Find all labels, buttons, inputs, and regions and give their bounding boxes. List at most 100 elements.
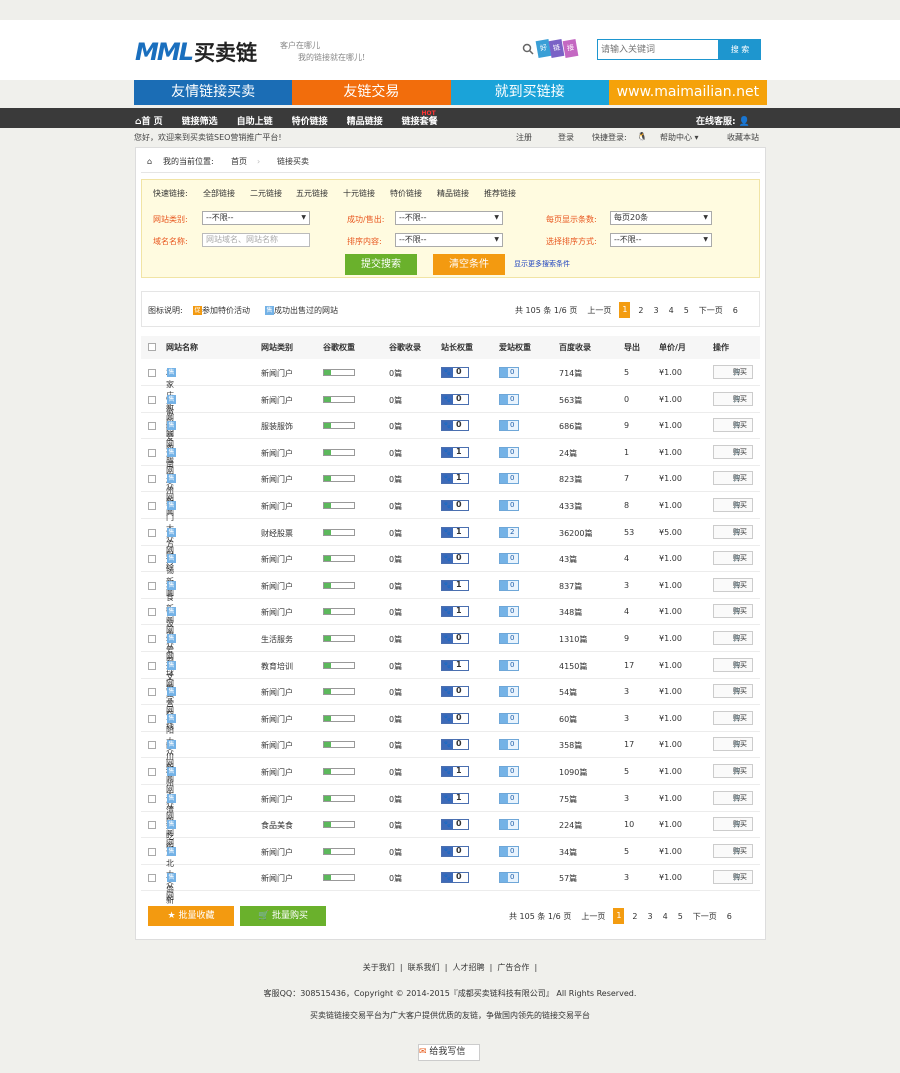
- register-link[interactable]: 注册: [516, 132, 532, 143]
- row-checkbox[interactable]: [148, 874, 156, 883]
- nav-self-service[interactable]: 自助上链: [237, 108, 273, 128]
- prev-page-button[interactable]: 上一页: [581, 911, 605, 922]
- row-checkbox[interactable]: [148, 768, 156, 776]
- row-checkbox[interactable]: [148, 741, 156, 750]
- buy-button[interactable]: 🛒 购买: [713, 498, 753, 512]
- buy-button[interactable]: 🛒 购买: [713, 365, 753, 379]
- next-page-button[interactable]: 下一页: [693, 911, 717, 922]
- select-all-checkbox[interactable]: [148, 343, 156, 351]
- nav-special-links[interactable]: 特价链接: [292, 108, 328, 128]
- page-3[interactable]: 3: [654, 306, 659, 315]
- row-checkbox[interactable]: [148, 395, 156, 404]
- buy-button[interactable]: 🛒 购买: [713, 604, 753, 619]
- footer-link[interactable]: 广告合作: [497, 963, 529, 972]
- page-2[interactable]: 2: [632, 912, 637, 921]
- page-5[interactable]: 5: [678, 912, 683, 921]
- page-2[interactable]: 2: [638, 306, 643, 315]
- row-checkbox[interactable]: [148, 422, 156, 431]
- site-type-cell: 新闻门户: [261, 395, 293, 405]
- site-type-select[interactable]: --不限--: [202, 211, 310, 225]
- quick-link[interactable]: 十元链接: [343, 188, 375, 199]
- row-checkbox[interactable]: [148, 475, 156, 484]
- aizhan-icon: [500, 607, 508, 617]
- banner-block-4[interactable]: www.maimailian.net: [608, 80, 767, 105]
- row-checkbox[interactable]: [148, 581, 156, 590]
- search-input[interactable]: [597, 39, 719, 60]
- last-page[interactable]: 6: [733, 306, 738, 315]
- row-checkbox[interactable]: [148, 448, 156, 457]
- site-logo[interactable]: MML 买卖链: [135, 37, 257, 67]
- buy-button[interactable]: 🛒 购买: [713, 391, 753, 406]
- clear-filters-button[interactable]: 清空条件: [433, 254, 505, 275]
- more-filters-link[interactable]: 显示更多搜索条件: [514, 259, 570, 269]
- sort-content-select[interactable]: --不限--: [395, 233, 503, 247]
- page-4[interactable]: 4: [663, 912, 668, 921]
- next-page-button[interactable]: 下一页: [699, 305, 723, 316]
- nav-premium-links[interactable]: 精品链接: [347, 108, 383, 128]
- buy-button[interactable]: 🛒 购买: [713, 684, 753, 699]
- quick-link[interactable]: 五元链接: [296, 188, 328, 199]
- last-page[interactable]: 6: [727, 912, 732, 921]
- buy-button[interactable]: 🛒 购买: [713, 843, 753, 858]
- page-3[interactable]: 3: [648, 912, 653, 921]
- page-1[interactable]: 1: [619, 302, 631, 318]
- login-link[interactable]: 登录: [558, 132, 574, 143]
- nav-link-filter[interactable]: 链接筛选: [182, 108, 218, 128]
- row-checkbox[interactable]: [148, 502, 156, 510]
- footer-link[interactable]: 关于我们: [363, 963, 395, 972]
- quick-link[interactable]: 推荐链接: [484, 188, 516, 199]
- bookmark-link[interactable]: 收藏本站: [727, 132, 759, 143]
- buy-button[interactable]: 🛒 购买: [713, 737, 753, 752]
- page-5[interactable]: 5: [684, 306, 689, 315]
- quick-link[interactable]: 二元链接: [250, 188, 282, 199]
- buy-button[interactable]: 🛒 购买: [713, 471, 753, 486]
- row-checkbox[interactable]: [148, 528, 156, 537]
- batch-favorite-button[interactable]: ★ 批量收藏: [148, 906, 234, 926]
- buy-button[interactable]: 🛒 购买: [713, 710, 753, 725]
- buy-button[interactable]: 🛒 购买: [713, 657, 753, 672]
- row-checkbox[interactable]: [148, 821, 156, 830]
- row-checkbox[interactable]: [148, 688, 156, 697]
- sold-select[interactable]: --不限--: [395, 211, 503, 225]
- row-checkbox[interactable]: [148, 661, 156, 670]
- row-checkbox[interactable]: [148, 608, 156, 617]
- quick-link[interactable]: 全部链接: [203, 188, 235, 199]
- qq-login-icon[interactable]: 🐧: [637, 132, 647, 141]
- page-4[interactable]: 4: [669, 306, 674, 315]
- buy-button[interactable]: 🛒 购买: [713, 551, 753, 566]
- row-checkbox[interactable]: [148, 714, 156, 723]
- buy-button[interactable]: 🛒 购买: [713, 764, 753, 778]
- write-mail-button[interactable]: ✉ 给我写信: [418, 1044, 480, 1061]
- row-checkbox[interactable]: [148, 794, 156, 803]
- row-checkbox[interactable]: [148, 555, 156, 564]
- buy-button[interactable]: 🛒 购买: [713, 817, 753, 832]
- buy-button[interactable]: 🛒 购买: [713, 444, 753, 459]
- sort-method-select[interactable]: --不限--: [610, 233, 712, 247]
- footer-link[interactable]: 联系我们: [408, 963, 440, 972]
- footer-link[interactable]: 人才招聘: [453, 963, 485, 972]
- row-checkbox[interactable]: [148, 369, 156, 377]
- nav-link-packages[interactable]: 链接套餐 HOT: [402, 108, 438, 128]
- help-center-link[interactable]: 帮助中心 ▾: [660, 132, 699, 143]
- search-button[interactable]: 搜 索: [719, 39, 761, 60]
- batch-buy-button[interactable]: 🛒 批量购买: [240, 906, 326, 926]
- banner-block-3[interactable]: 就到买链接: [450, 80, 609, 105]
- buy-button[interactable]: 🛒 购买: [713, 418, 753, 433]
- row-checkbox[interactable]: [148, 847, 156, 856]
- banner-block-1[interactable]: 友情链接买卖: [134, 80, 293, 105]
- submit-search-button[interactable]: 提交搜索: [345, 254, 417, 275]
- buy-button[interactable]: 🛒 购买: [713, 790, 753, 805]
- quick-link[interactable]: 精品链接: [437, 188, 469, 199]
- prev-page-button[interactable]: 上一页: [587, 305, 611, 316]
- domain-input[interactable]: 网站域名、网站名称: [202, 233, 310, 247]
- nav-home[interactable]: ⌂首 页: [135, 108, 163, 128]
- page-1[interactable]: 1: [613, 908, 625, 924]
- row-checkbox[interactable]: [148, 635, 156, 643]
- quick-link[interactable]: 特价链接: [390, 188, 422, 199]
- buy-button[interactable]: 🛒 购买: [713, 870, 753, 885]
- buy-button[interactable]: 🛒 购买: [713, 631, 753, 645]
- breadcrumb-home[interactable]: 首页: [231, 152, 247, 171]
- buy-button[interactable]: 🛒 购买: [713, 524, 753, 539]
- per-page-select[interactable]: 每页20条: [610, 211, 712, 225]
- buy-button[interactable]: 🛒 购买: [713, 577, 753, 592]
